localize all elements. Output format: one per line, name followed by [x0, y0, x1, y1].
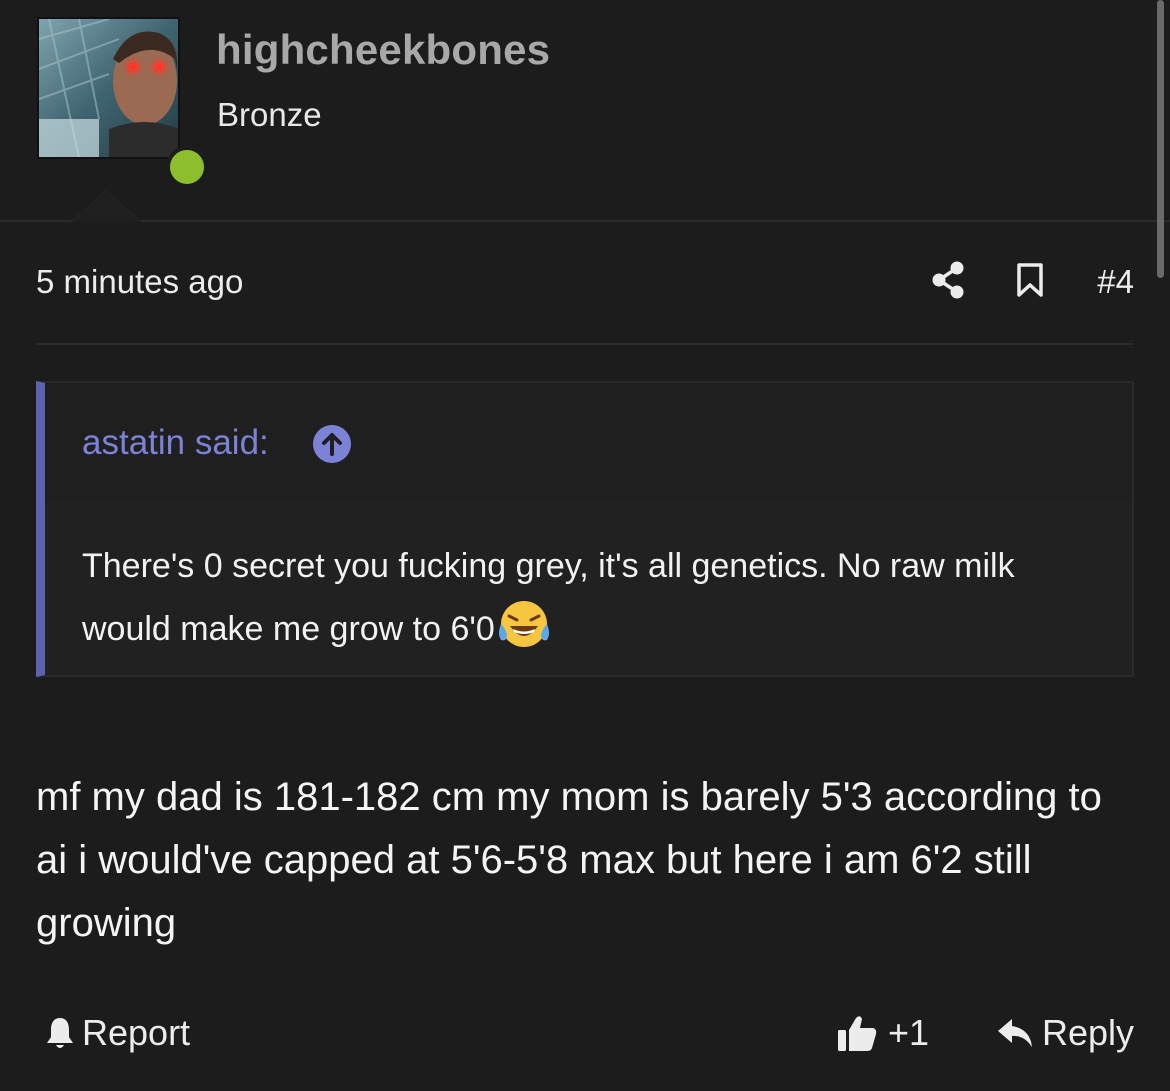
quote-body: There's 0 secret you fucking grey, it's …: [45, 500, 1132, 675]
post-meta-bar: 5 minutes ago #4: [36, 255, 1134, 345]
avatar-image: [39, 19, 178, 157]
quote-block: astatin said: There's 0 secret you fucki…: [36, 381, 1134, 677]
reply-label: Reply: [1041, 1012, 1134, 1053]
share-icon[interactable]: [931, 260, 965, 300]
like-button[interactable]: +1: [836, 1005, 929, 1061]
user-rank-title: Bronze: [217, 96, 322, 133]
post-timestamp[interactable]: 5 minutes ago: [36, 263, 243, 301]
post-footer: Report +1 Reply: [36, 1005, 1134, 1061]
reply-arrow-icon: [997, 1019, 1032, 1047]
online-status-indicator: [166, 146, 208, 188]
thumbs-up-icon: [838, 1016, 877, 1051]
report-button[interactable]: Report: [44, 1005, 190, 1061]
bell-icon: [47, 1018, 73, 1048]
quote-author-link[interactable]: astatin said:: [82, 423, 269, 463]
username[interactable]: highcheekbones: [216, 26, 550, 74]
page-scrollbar[interactable]: [1157, 0, 1164, 278]
avatar-container[interactable]: [37, 17, 208, 188]
report-label: Report: [82, 1012, 191, 1053]
post-body-text: mf my dad is 181-182 cm my mom is barely…: [36, 775, 1102, 945]
arrow-up-circle-icon[interactable]: [313, 425, 351, 463]
avatar[interactable]: [37, 17, 180, 159]
reply-button[interactable]: Reply: [996, 1005, 1134, 1061]
like-count: +1: [888, 1012, 930, 1053]
header-pointer-inner: [72, 192, 140, 222]
post-user-header: highcheekbones Bronze: [0, 0, 1170, 222]
post-number-link[interactable]: #4: [1097, 263, 1134, 301]
forum-post-page: highcheekbones Bronze 5 minutes ago #4 a…: [0, 0, 1170, 1091]
quote-text-container: There's 0 secret you fucking grey, it's …: [82, 535, 1092, 661]
laughing-crying-emoji-icon: [498, 601, 549, 647]
quote-header: astatin said:: [45, 383, 1132, 500]
bookmark-icon[interactable]: [1016, 262, 1044, 298]
